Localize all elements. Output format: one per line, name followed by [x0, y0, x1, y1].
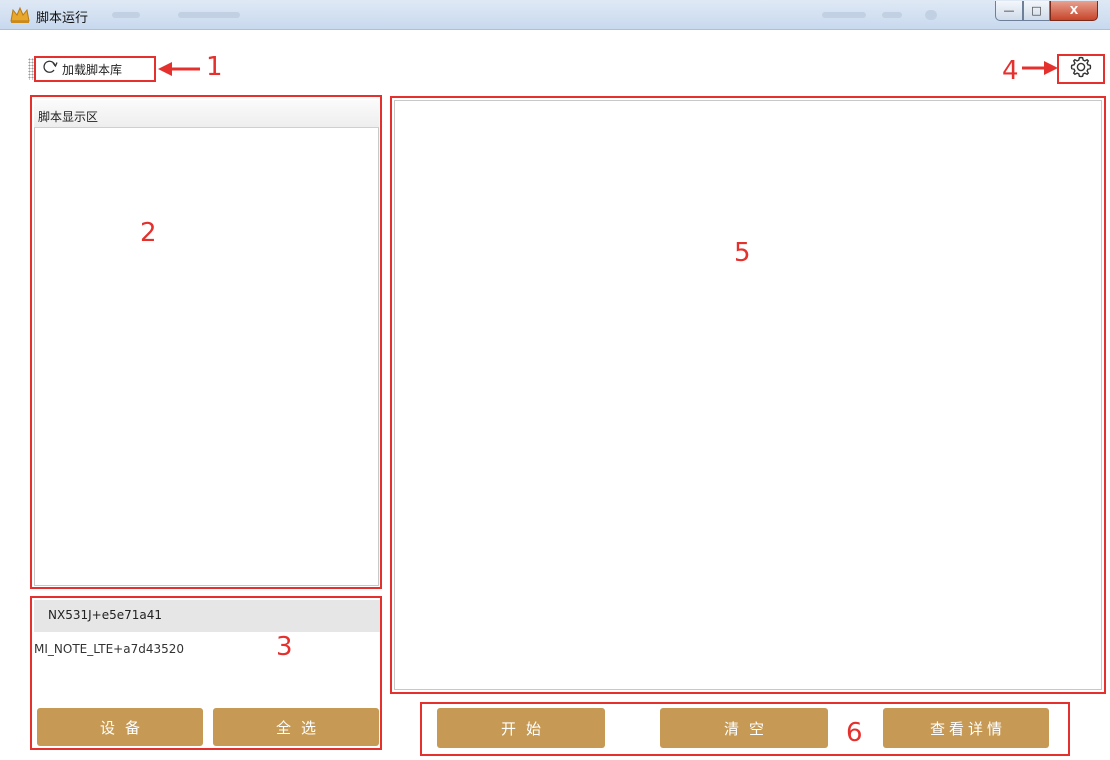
maximize-button[interactable]: □	[1023, 1, 1050, 21]
blurred-icon	[925, 10, 937, 20]
load-script-library-label: 加载脚本库	[62, 62, 123, 77]
start-button[interactable]: 开始	[437, 708, 605, 748]
annotation-arrow-1	[158, 62, 200, 76]
settings-button[interactable]	[1057, 54, 1105, 84]
device-list-item-selected[interactable]: NX531J+e5e71a41	[34, 600, 380, 632]
blurred-text	[112, 12, 140, 18]
blurred-text	[178, 12, 240, 18]
refresh-icon	[42, 59, 58, 79]
script-list[interactable]	[34, 100, 379, 586]
annotation-label-3: 3	[276, 632, 293, 662]
annotation-label-4: 4	[1002, 56, 1019, 86]
device-list-item[interactable]: MI_NOTE_LTE+a7d43520	[34, 642, 380, 662]
annotation-label-2: 2	[140, 218, 157, 248]
blurred-text	[882, 12, 902, 18]
annotation-label-6: 6	[846, 718, 863, 748]
minimize-button[interactable]: —	[995, 1, 1023, 21]
window-title: 脚本运行	[36, 11, 89, 26]
script-list-header: 脚本显示区	[34, 100, 379, 128]
clear-button[interactable]: 清空	[660, 708, 828, 748]
view-details-button[interactable]: 查看详情	[883, 708, 1049, 748]
crown-icon	[10, 6, 30, 24]
annotation-label-5: 5	[734, 238, 751, 268]
blurred-text	[822, 12, 866, 18]
title-bar	[0, 0, 1110, 30]
close-button[interactable]: X	[1050, 1, 1098, 21]
annotation-label-1: 1	[206, 52, 223, 82]
annotation-arrow-4	[1022, 61, 1058, 75]
device-button[interactable]: 设备	[37, 708, 203, 746]
load-script-library-button[interactable]: 加载脚本库	[34, 56, 156, 82]
select-all-button[interactable]: 全选	[213, 708, 379, 746]
output-area[interactable]	[394, 100, 1102, 690]
gear-icon	[1069, 55, 1093, 83]
